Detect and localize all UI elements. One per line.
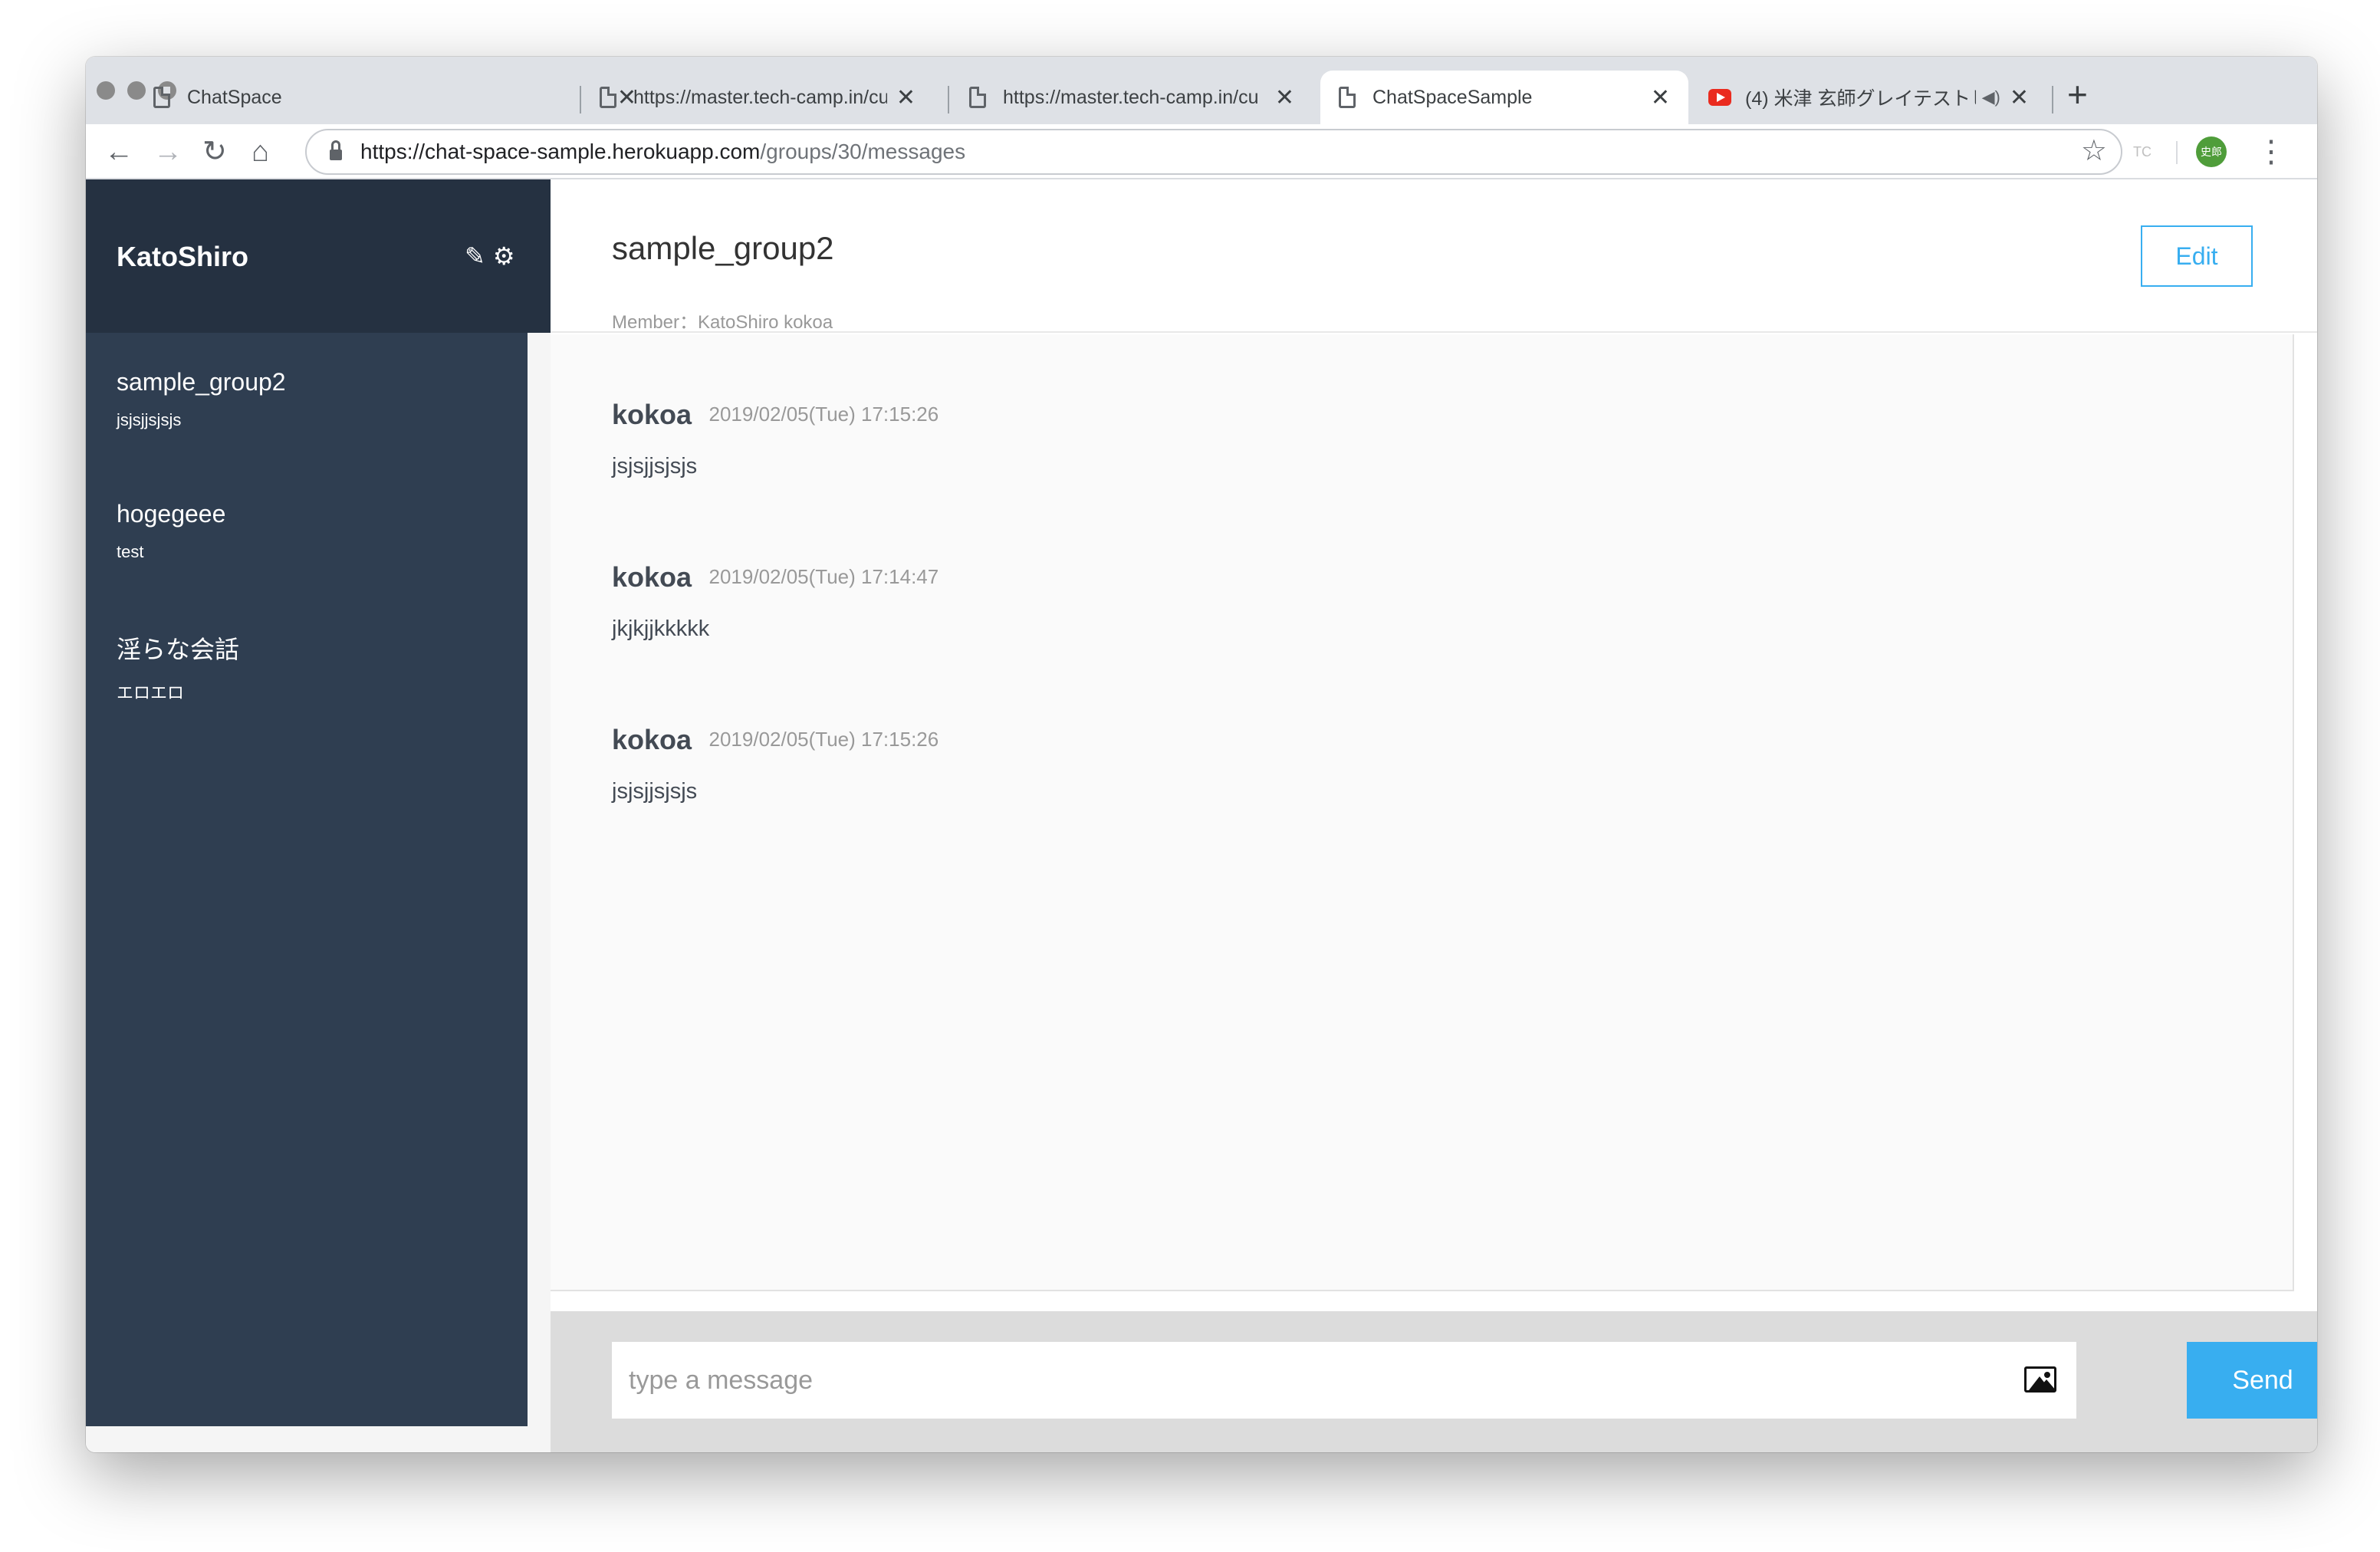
chat-header: sample_group2 Member：KatoShiro kokoa Edi… [551,179,2317,333]
group-name: 淫らな会話 [117,636,240,663]
sidebar-actions: ✎ ⚙ [465,242,515,270]
group-name: sample_group2 [117,368,286,396]
tab-title: https://master.tech-camp.in/cu [1003,86,1259,108]
url-text: https://chat-space-sample.herokuapp.com/… [360,140,966,163]
close-icon[interactable]: ✕ [896,84,916,111]
profile-avatar[interactable]: 史郎 [2196,136,2227,167]
tab-divider [948,86,949,113]
tab-techcamp-1[interactable]: https://master.tech-camp.in/cu ✕ [581,71,934,124]
message: kokoa 2019/02/05(Tue) 17:14:47 jkjkjjkkk… [612,561,939,642]
sidebar-scroll-gutter [528,333,551,1452]
image-upload-icon[interactable] [2024,1366,2056,1393]
close-icon[interactable]: ✕ [2010,84,2029,111]
message-form: Send [551,1311,2317,1452]
edit-pencil-icon[interactable]: ✎ [465,242,485,270]
group-item[interactable]: hogegeee test [117,500,225,562]
tab-chatspacesample[interactable]: ChatSpaceSample ✕ [1320,71,1688,124]
tab-strip: ChatSpace ✕ https://master.tech-camp.in/… [86,57,2317,124]
browser-toolbar: ← → ↻ ⌂ https://chat-space-sample.heroku… [86,124,2317,179]
youtube-icon [1708,89,1731,106]
group-item[interactable]: sample_group2 jsjsjjsjsjs [117,368,286,430]
message-date: 2019/02/05(Tue) 17:14:47 [708,565,939,588]
home-icon[interactable]: ⌂ [251,130,269,173]
message-text: jkjkjjkkkkk [612,617,710,641]
message-user: kokoa [612,399,692,430]
back-arrow-icon[interactable]: ← [104,130,133,173]
speaker-icon[interactable]: ◀) [1982,87,2000,107]
message-date: 2019/02/05(Tue) 17:15:26 [708,728,939,751]
page-title: sample_group2 [612,230,834,266]
tab-title: (4) 米津 玄師グレイテストヒッ [1745,88,1976,110]
group-last-message: エロエロ [117,683,185,702]
reload-icon[interactable]: ↻ [202,130,227,173]
tab-divider [2052,86,2053,113]
message-user: kokoa [612,561,692,593]
tab-youtube[interactable]: (4) 米津 玄師グレイテストヒッ ◀) ✕ [1690,71,2047,124]
message: kokoa 2019/02/05(Tue) 17:15:26 jsjsjjsjs… [612,399,939,479]
forward-arrow-icon[interactable]: → [153,130,182,173]
extension-icon[interactable]: TC [2133,144,2152,160]
address-bar[interactable]: https://chat-space-sample.herokuapp.com/… [305,129,2122,175]
sidebar-footer [86,1426,528,1452]
group-list: sample_group2 jsjsjjsjsjs hogegeee test … [86,333,528,1426]
group-item[interactable]: 淫らな会話 エロエロ [117,630,239,704]
send-button[interactable]: Send [2187,1342,2317,1419]
sidebar-header: KatoShiro ✎ ⚙ [86,179,551,333]
toolbar-divider [2176,141,2178,164]
tab-title: ChatSpace [187,86,282,108]
page-icon [1339,87,1356,108]
bookmark-star-icon[interactable]: ☆ [2081,133,2107,168]
browser-window: ChatSpace ✕ https://master.tech-camp.in/… [86,57,2317,1452]
message-user: kokoa [612,724,692,755]
gear-icon[interactable]: ⚙ [493,242,515,270]
tab-chatspace[interactable]: ChatSpace ✕ [135,71,655,124]
close-window-button[interactable] [97,81,115,100]
close-icon[interactable]: ✕ [1651,84,1670,111]
page-icon [600,87,616,108]
group-name: hogegeee [117,500,226,528]
edit-group-button[interactable]: Edit [2141,225,2253,287]
close-icon[interactable]: ✕ [1275,84,1294,111]
message-date: 2019/02/05(Tue) 17:15:26 [708,403,939,426]
group-last-message: jsjsjjsjsjs [117,410,182,429]
group-last-message: test [117,542,144,561]
new-tab-button[interactable]: + [2067,74,2088,115]
tab-title: ChatSpaceSample [1372,86,1533,108]
menu-dots-icon[interactable]: ⋮ [2256,130,2286,173]
message-text: jsjsjjsjsjs [612,779,698,804]
lock-icon [330,140,342,160]
member-list: Member：KatoShiro kokoa [612,312,833,333]
message-list[interactable]: kokoa 2019/02/05(Tue) 17:15:26 jsjsjjsjs… [551,334,2294,1291]
page-icon [153,87,170,108]
message: kokoa 2019/02/05(Tue) 17:15:26 jsjsjjsjs… [612,724,939,804]
message-input[interactable] [612,1342,2076,1419]
current-user-name: KatoShiro [117,241,249,272]
tab-techcamp-2[interactable]: https://master.tech-camp.in/cu ✕ [951,71,1313,124]
tab-title: https://master.tech-camp.in/cu [633,86,887,108]
page-icon [969,87,986,108]
message-text: jsjsjjsjsjs [612,454,698,478]
